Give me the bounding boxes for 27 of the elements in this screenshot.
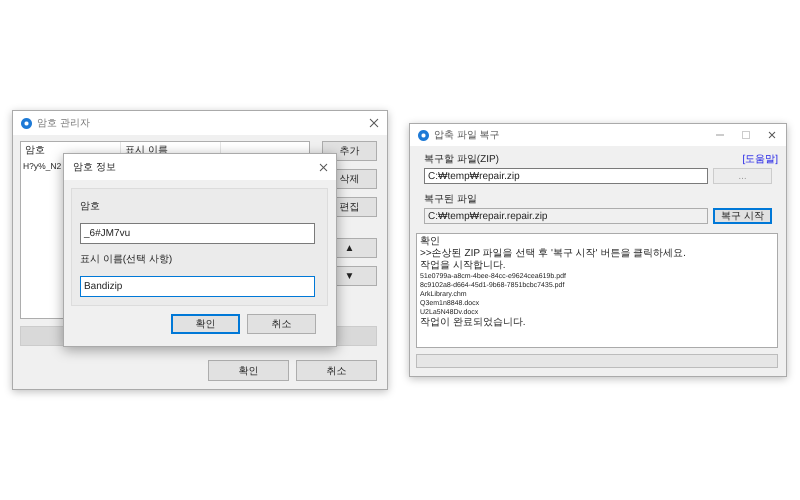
close-icon[interactable] <box>768 131 776 139</box>
close-icon[interactable] <box>319 162 328 172</box>
app-icon <box>418 130 429 140</box>
input-field[interactable]: Bandizip <box>80 276 315 297</box>
app-icon <box>21 118 32 128</box>
log-line: 작업을 시작합니다. <box>420 260 507 272</box>
dialog-title: 암호 정보 <box>73 161 117 174</box>
log-line: >>손상된 ZIP 파일을 선택 후 '복구 시작' 버튼을 클릭하세요. <box>420 248 687 260</box>
field-label: 복구할 파일(ZIP) <box>424 153 499 166</box>
log-line: 확인 <box>420 236 441 248</box>
table-cell: H?y%_N2 <box>23 161 62 171</box>
log-line: 작업이 완료되었습니다. <box>420 317 527 329</box>
output-field[interactable]: C:₩temp₩repair.repair.zip <box>424 208 708 224</box>
field-label: 표시 이름(선택 사항) <box>80 253 174 266</box>
window-title: 암호 관리자 <box>37 117 91 130</box>
dialog-button[interactable]: 확인 <box>171 314 240 334</box>
field-label: 암호 <box>80 200 101 213</box>
dialog-button[interactable]: 취소 <box>296 360 377 381</box>
input-field[interactable]: _6#JM7vu <box>80 223 315 244</box>
close-icon[interactable] <box>369 118 379 128</box>
start-button[interactable]: 복구 시작 <box>713 208 772 224</box>
field-label: 복구된 파일 <box>423 193 478 206</box>
dialog-button[interactable]: 확인 <box>208 360 289 381</box>
help-link[interactable]: [도움말] <box>742 152 778 166</box>
window-title: 압축 파일 복구 <box>434 129 501 142</box>
input-field[interactable]: C:₩temp₩repair.zip <box>424 168 708 184</box>
dialog-button[interactable]: 취소 <box>247 314 316 334</box>
